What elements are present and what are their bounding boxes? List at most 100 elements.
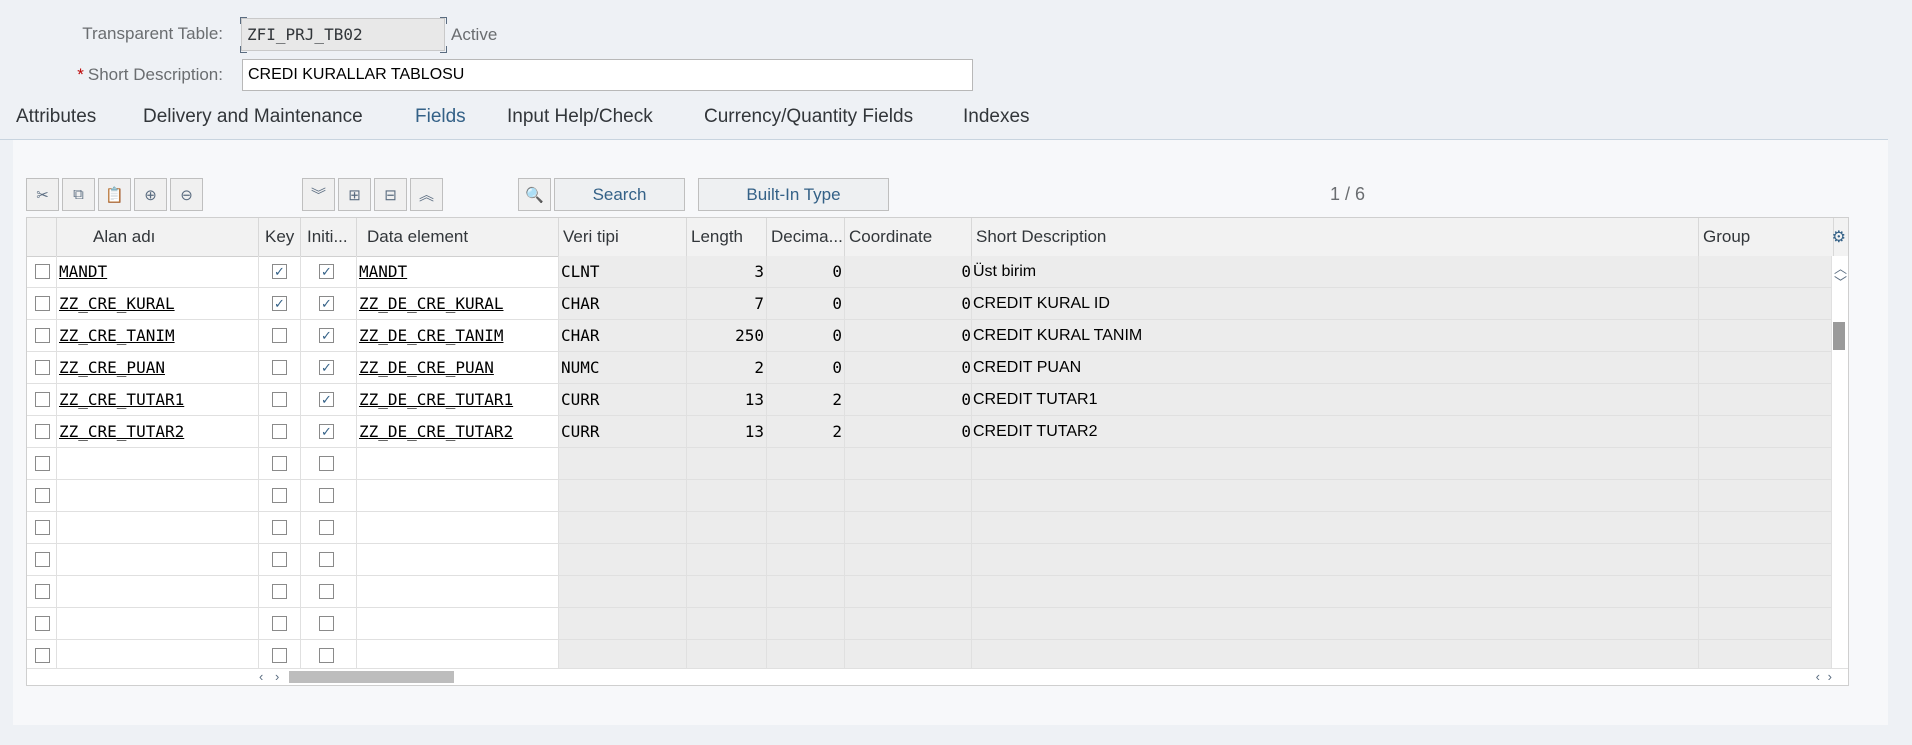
key-cell[interactable] (259, 352, 301, 384)
initial-values-cell[interactable]: ✓ (301, 384, 357, 416)
row-selector[interactable] (27, 608, 57, 640)
short-description-cell[interactable] (972, 480, 1699, 512)
data-element-cell[interactable]: ZZ_DE_CRE_KURAL (357, 288, 559, 320)
tab-indexes[interactable]: Indexes (963, 106, 1030, 128)
key-checkbox[interactable] (272, 488, 287, 503)
add-row-icon[interactable]: ⊕ (134, 178, 167, 211)
short-description-cell[interactable] (972, 544, 1699, 576)
short-description-cell[interactable]: CREDIT PUAN (972, 352, 1699, 384)
data-type-cell[interactable] (559, 576, 687, 608)
tab-input-help-check[interactable]: Input Help/Check (507, 106, 653, 128)
group-cell[interactable] (1699, 608, 1834, 640)
key-checkbox[interactable] (272, 360, 287, 375)
row-select-checkbox[interactable] (35, 424, 50, 439)
initial-values-cell[interactable]: ✓ (301, 256, 357, 288)
column-header[interactable]: Coordinate (845, 218, 972, 256)
decimals-cell[interactable] (767, 544, 845, 576)
initial-values-checkbox[interactable]: ✓ (319, 296, 334, 311)
settings-gear-icon[interactable]: ⚙ (1832, 227, 1846, 247)
initial-values-cell[interactable] (301, 448, 357, 480)
short-description-input[interactable]: CREDI KURALLAR TABLOSU (242, 59, 973, 91)
length-cell[interactable] (687, 480, 767, 512)
short-description-cell[interactable]: CREDIT KURAL TANIM (972, 320, 1699, 352)
decimals-cell[interactable] (767, 480, 845, 512)
key-cell[interactable] (259, 384, 301, 416)
short-description-cell[interactable]: Üst birim (972, 256, 1699, 288)
initial-values-checkbox[interactable] (319, 488, 334, 503)
data-element-cell[interactable] (357, 480, 559, 512)
key-cell[interactable] (259, 480, 301, 512)
row-selector[interactable] (27, 256, 57, 288)
key-cell[interactable] (259, 576, 301, 608)
initial-values-cell[interactable] (301, 544, 357, 576)
column-header[interactable]: Data element (357, 218, 559, 256)
copy-icon[interactable]: ⧉ (62, 178, 95, 211)
key-checkbox[interactable] (272, 456, 287, 471)
data-element-cell[interactable] (357, 448, 559, 480)
row-selector[interactable] (27, 352, 57, 384)
key-cell[interactable] (259, 608, 301, 640)
group-cell[interactable] (1699, 288, 1834, 320)
coordinate-cell[interactable]: 0 (845, 320, 972, 352)
field-name-cell[interactable] (57, 480, 259, 512)
group-cell[interactable] (1699, 384, 1834, 416)
initial-values-cell[interactable]: ✓ (301, 320, 357, 352)
group-cell[interactable] (1699, 416, 1834, 448)
expand-all-icon[interactable]: ︾ (302, 178, 335, 211)
data-type-cell[interactable]: NUMC (559, 352, 687, 384)
initial-values-cell[interactable] (301, 608, 357, 640)
horizontal-scroll-thumb[interactable] (289, 671, 454, 683)
length-cell[interactable] (687, 576, 767, 608)
length-cell[interactable] (687, 512, 767, 544)
group-cell[interactable] (1699, 576, 1834, 608)
decimals-cell[interactable] (767, 512, 845, 544)
key-cell[interactable] (259, 448, 301, 480)
initial-values-checkbox[interactable] (319, 520, 334, 535)
initial-values-cell[interactable] (301, 576, 357, 608)
length-cell[interactable]: 2 (687, 352, 767, 384)
key-checkbox[interactable] (272, 648, 287, 663)
column-header[interactable]: Initi... (301, 218, 357, 256)
data-type-cell[interactable] (559, 448, 687, 480)
chevron-right-icon[interactable]: › (275, 669, 279, 684)
coordinate-cell[interactable]: 0 (845, 416, 972, 448)
field-name-cell[interactable] (57, 576, 259, 608)
short-description-cell[interactable]: CREDIT TUTAR2 (972, 416, 1699, 448)
data-element-cell[interactable]: ZZ_DE_CRE_PUAN (357, 352, 559, 384)
row-select-checkbox[interactable] (35, 584, 50, 599)
length-cell[interactable] (687, 608, 767, 640)
data-type-cell[interactable] (559, 608, 687, 640)
initial-values-checkbox[interactable] (319, 648, 334, 663)
initial-values-cell[interactable] (301, 480, 357, 512)
row-selector[interactable] (27, 320, 57, 352)
field-name-cell[interactable] (57, 448, 259, 480)
short-description-cell[interactable] (972, 576, 1699, 608)
length-cell[interactable]: 7 (687, 288, 767, 320)
coordinate-cell[interactable]: 0 (845, 352, 972, 384)
row-selector[interactable] (27, 544, 57, 576)
data-type-cell[interactable]: CURR (559, 416, 687, 448)
row-select-checkbox[interactable] (35, 616, 50, 631)
key-checkbox[interactable] (272, 328, 287, 343)
key-cell[interactable]: ✓ (259, 256, 301, 288)
short-description-cell[interactable]: CREDIT TUTAR1 (972, 384, 1699, 416)
decimals-cell[interactable]: 0 (767, 256, 845, 288)
collapse-all-icon[interactable]: ︽ (410, 178, 443, 211)
key-checkbox[interactable]: ✓ (272, 264, 287, 279)
key-checkbox[interactable] (272, 616, 287, 631)
initial-values-cell[interactable]: ✓ (301, 288, 357, 320)
row-select-checkbox[interactable] (35, 488, 50, 503)
table-name-field[interactable]: ZFI_PRJ_TB02 (241, 18, 445, 51)
data-element-cell[interactable]: MANDT (357, 256, 559, 288)
coordinate-cell[interactable] (845, 448, 972, 480)
key-cell[interactable] (259, 416, 301, 448)
field-name-cell[interactable]: ZZ_CRE_PUAN (57, 352, 259, 384)
short-description-cell[interactable]: CREDIT KURAL ID (972, 288, 1699, 320)
coordinate-cell[interactable] (845, 576, 972, 608)
delete-row-icon[interactable]: ⊟ (374, 178, 407, 211)
initial-values-cell[interactable]: ✓ (301, 352, 357, 384)
decimals-cell[interactable]: 0 (767, 288, 845, 320)
chevron-down-icon[interactable]: ﹀ (1834, 272, 1847, 291)
column-header[interactable]: Group (1699, 218, 1834, 256)
decimals-cell[interactable] (767, 576, 845, 608)
